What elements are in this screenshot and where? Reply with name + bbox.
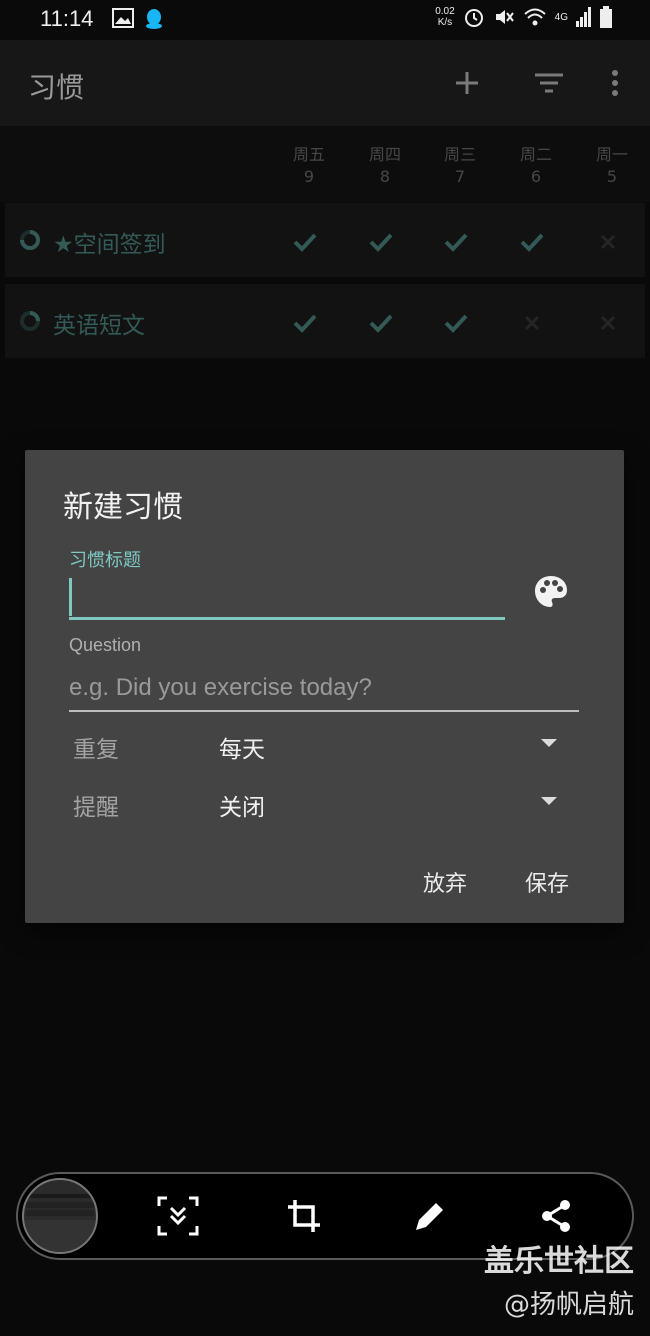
draw-button[interactable] — [408, 1194, 452, 1238]
thumbnail-preview — [24, 1194, 96, 1252]
scroll-capture-button[interactable] — [156, 1194, 200, 1238]
more-options-button[interactable] — [594, 62, 636, 104]
scroll-capture-icon — [157, 1196, 199, 1236]
watermark-title: 盖乐世社区 — [484, 1244, 634, 1279]
new-habit-dialog: 新建习惯 习惯标题 Question e.g. Did you exercise… — [25, 450, 624, 923]
net-speed: 0.02 K/s — [435, 6, 455, 28]
app-bar: 习惯 — [0, 40, 650, 126]
signal-icon — [576, 7, 591, 27]
reminder-select[interactable]: 关闭 — [219, 788, 265, 822]
crop-button[interactable] — [282, 1194, 326, 1238]
pen-icon — [416, 1203, 443, 1230]
status-time: 11:14 — [40, 6, 94, 31]
alarm-icon — [464, 9, 483, 27]
chevron-down-icon[interactable] — [541, 739, 557, 747]
dialog-title: 新建习惯 — [63, 490, 183, 525]
image-icon — [112, 8, 134, 28]
palette-icon — [535, 576, 567, 607]
app-title: 习惯 — [28, 71, 85, 104]
wifi-icon — [523, 8, 546, 26]
save-button[interactable]: 保存 — [525, 866, 569, 898]
reminder-label: 提醒 — [73, 795, 119, 821]
screenshot-thumbnail[interactable] — [22, 1178, 98, 1254]
discard-button[interactable]: 放弃 — [423, 866, 467, 898]
filter-icon — [535, 73, 563, 93]
mute-icon — [495, 10, 514, 24]
habit-title-input[interactable] — [69, 578, 505, 620]
chevron-down-icon[interactable] — [541, 797, 557, 805]
repeat-select[interactable]: 每天 — [219, 730, 265, 764]
question-label: Question — [69, 635, 142, 655]
input-underline — [69, 617, 505, 620]
question-input[interactable]: e.g. Did you exercise today? — [69, 670, 579, 712]
add-button[interactable] — [446, 62, 488, 104]
watermark-author: @扬帆启航 — [503, 1290, 634, 1320]
status-bar: 11:14 0.02 K/s 4G — [0, 0, 650, 40]
battery-icon — [600, 6, 612, 28]
repeat-label: 重复 — [73, 737, 119, 763]
habit-title-label: 习惯标题 — [69, 550, 141, 571]
share-button[interactable] — [534, 1194, 578, 1238]
add-icon — [456, 72, 478, 94]
more-vert-icon — [612, 70, 618, 96]
text-cursor — [69, 578, 72, 616]
filter-button[interactable] — [528, 62, 570, 104]
share-icon — [542, 1200, 570, 1232]
question-placeholder: e.g. Did you exercise today? — [69, 674, 372, 701]
color-picker-button[interactable] — [531, 572, 571, 612]
qq-icon — [146, 9, 162, 29]
crop-icon — [288, 1200, 320, 1232]
network-type: 4G — [554, 11, 568, 23]
